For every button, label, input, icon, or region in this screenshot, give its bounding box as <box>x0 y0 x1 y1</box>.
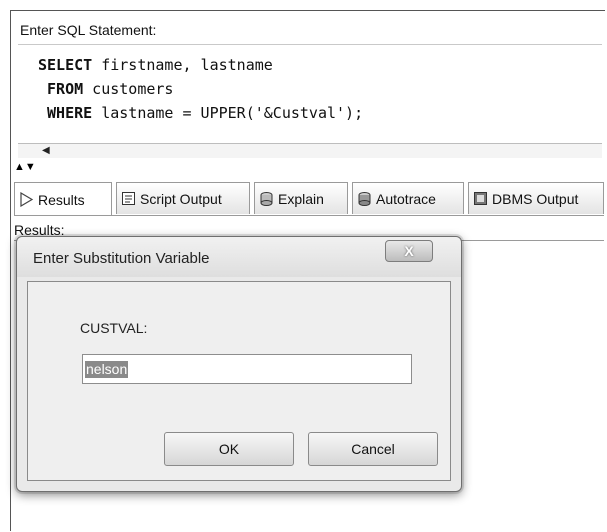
tab-explain[interactable]: Explain <box>254 182 348 214</box>
tab-script-output[interactable]: Script Output <box>116 182 250 214</box>
script-output-icon <box>121 191 136 206</box>
dialog-titlebar[interactable]: Enter Substitution Variable X <box>17 237 461 277</box>
close-button[interactable]: X <box>385 240 433 262</box>
sql-keyword: SELECT <box>38 56 93 74</box>
sql-text: firstname, lastname <box>92 56 273 74</box>
tab-label: Results <box>38 191 85 208</box>
tab-label: DBMS Output <box>492 190 579 207</box>
sql-code: SELECT firstname, lastname FROM customer… <box>38 53 363 125</box>
tab-label: Autotrace <box>376 190 436 207</box>
sql-line-3: WHERE lastname = UPPER('&Custval'); <box>38 101 363 125</box>
variable-input[interactable]: nelson <box>82 354 412 384</box>
output-tabs: Results Script Output Explain Autotrace … <box>14 182 604 216</box>
tab-autotrace[interactable]: Autotrace <box>352 182 464 214</box>
tab-dbms-output[interactable]: DBMS Output <box>468 182 604 214</box>
variable-label: CUSTVAL: <box>80 320 148 336</box>
tab-divider <box>14 215 604 216</box>
tab-results[interactable]: Results <box>14 182 112 216</box>
sql-editor[interactable]: SELECT firstname, lastname FROM customer… <box>18 44 602 158</box>
sql-text: customers <box>83 80 174 98</box>
sql-text: lastname = UPPER('&Custval'); <box>92 104 364 122</box>
sql-keyword: FROM <box>47 80 84 98</box>
dialog-title: Enter Substitution Variable <box>33 250 210 267</box>
horizontal-scrollbar[interactable]: ◀ <box>18 143 602 158</box>
ok-button[interactable]: OK <box>164 432 294 466</box>
autotrace-icon <box>357 191 372 206</box>
scroll-left-icon[interactable]: ◀ <box>42 145 52 156</box>
splitter-arrows-icon[interactable]: ▲▼ <box>14 162 36 173</box>
sql-line-1: SELECT firstname, lastname <box>38 53 363 77</box>
substitution-variable-dialog: Enter Substitution Variable X CUSTVAL: n… <box>16 236 462 492</box>
tab-label: Script Output <box>140 190 222 207</box>
sql-keyword: WHERE <box>47 104 93 122</box>
dialog-body: CUSTVAL: nelson OK Cancel <box>27 281 451 481</box>
variable-value: nelson <box>85 361 129 378</box>
sql-line-2: FROM customers <box>38 77 363 101</box>
explain-plan-icon <box>259 191 274 206</box>
dbms-output-icon <box>473 191 488 206</box>
sql-statement-label: Enter SQL Statement: <box>20 22 157 38</box>
play-arrow-icon <box>19 191 34 208</box>
cancel-button[interactable]: Cancel <box>308 432 438 466</box>
tab-label: Explain <box>278 190 324 207</box>
